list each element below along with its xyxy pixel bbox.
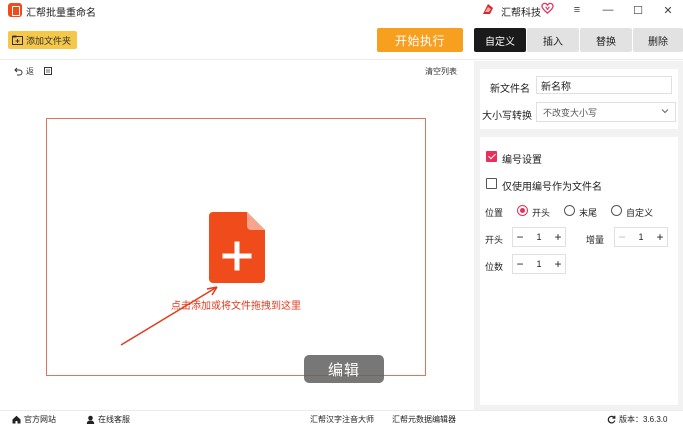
digits-decrement-button[interactable]: − bbox=[513, 255, 527, 273]
version-value: 3.6.3.0 bbox=[643, 415, 668, 424]
pinyin-tool-label: 汇帮汉字注音大师 bbox=[310, 415, 374, 424]
case-select-value: 不改变大小写 bbox=[543, 107, 598, 118]
support-label: 在线客服 bbox=[98, 415, 130, 424]
increment-value[interactable]: 1 bbox=[638, 232, 643, 242]
title-bar: 汇帮批量重命名 汇帮科技 ≡ — ☐ ✕ bbox=[0, 0, 683, 20]
refresh-icon bbox=[607, 415, 616, 424]
new-name-input[interactable] bbox=[536, 76, 672, 94]
headset-icon bbox=[86, 415, 95, 424]
brand-name[interactable]: 汇帮科技 bbox=[501, 4, 541, 19]
case-select[interactable]: 不改变大小写 bbox=[536, 102, 676, 122]
undo-button[interactable]: 返 bbox=[14, 66, 34, 77]
heart-vip-icon[interactable] bbox=[541, 2, 554, 15]
position-radio-custom[interactable] bbox=[611, 205, 622, 216]
name-settings-card: 新文件名 大小写转换 不改变大小写 bbox=[480, 69, 678, 129]
website-label: 官方网站 bbox=[24, 415, 56, 424]
tab-insert[interactable]: 插入 bbox=[527, 28, 579, 52]
status-bar: 官方网站 在线客服 汇帮汉字注音大师 汇帮元数据编辑器 版本： 3.6.3.0 bbox=[0, 410, 683, 426]
app-title: 汇帮批量重命名 bbox=[26, 8, 96, 19]
toolbar: 添加文件夹 开始执行 自定义 插入 替换 删除 bbox=[0, 20, 683, 60]
start-number-label: 开头 bbox=[485, 235, 504, 245]
start-button[interactable]: 开始执行 bbox=[377, 28, 463, 52]
website-link[interactable]: 官方网站 bbox=[12, 414, 56, 425]
pinyin-tool-link[interactable]: 汇帮汉字注音大师 bbox=[310, 414, 374, 425]
settings-panel: 新文件名 大小写转换 不改变大小写 编号设置 仅使用编号作为文件名 位置 开头 … bbox=[474, 61, 683, 410]
close-button[interactable]: ✕ bbox=[657, 0, 679, 20]
increment-decrement-button[interactable]: − bbox=[615, 228, 629, 246]
increment-increment-button[interactable]: + bbox=[653, 228, 667, 246]
file-add-icon[interactable] bbox=[209, 212, 265, 283]
version-info[interactable]: 版本： 3.6.3.0 bbox=[607, 414, 667, 425]
position-radio-start[interactable] bbox=[517, 205, 528, 216]
metadata-tool-link[interactable]: 汇帮元数据编辑器 bbox=[392, 414, 456, 425]
clear-list-button[interactable]: 清空列表 bbox=[425, 66, 457, 77]
add-folder-label: 添加文件夹 bbox=[26, 35, 72, 46]
numbering-label: 编号设置 bbox=[502, 155, 542, 166]
only-number-checkbox[interactable] bbox=[486, 178, 497, 189]
menu-button[interactable]: ≡ bbox=[566, 0, 588, 20]
tab-delete[interactable]: 删除 bbox=[633, 28, 683, 52]
minimize-button[interactable]: — bbox=[597, 0, 619, 20]
undo-label: 返 bbox=[26, 67, 34, 76]
position-end-label: 末尾 bbox=[579, 208, 598, 218]
new-name-label: 新文件名 bbox=[490, 84, 530, 95]
start-number-stepper[interactable]: − 1 + bbox=[512, 227, 566, 247]
chevron-down-icon bbox=[661, 109, 669, 114]
start-increment-button[interactable]: + bbox=[551, 228, 565, 246]
add-folder-button[interactable]: 添加文件夹 bbox=[8, 31, 78, 49]
drop-hint: 点击添加或将文件拖拽到这里 bbox=[171, 301, 301, 312]
maximize-button[interactable]: ☐ bbox=[627, 0, 649, 20]
start-number-value[interactable]: 1 bbox=[536, 232, 541, 242]
undo-icon bbox=[14, 67, 23, 76]
tab-custom[interactable]: 自定义 bbox=[474, 28, 526, 52]
position-start-label: 开头 bbox=[532, 208, 551, 218]
start-decrement-button[interactable]: − bbox=[513, 228, 527, 246]
digits-label: 位数 bbox=[485, 262, 504, 272]
add-folder-icon bbox=[12, 35, 23, 45]
home-icon bbox=[12, 415, 21, 424]
tab-replace[interactable]: 替换 bbox=[580, 28, 632, 52]
increment-stepper[interactable]: − 1 + bbox=[614, 227, 668, 247]
position-radio-end[interactable] bbox=[564, 205, 575, 216]
increment-label: 增量 bbox=[586, 235, 605, 245]
file-list-header: 返 清空列表 bbox=[0, 61, 472, 81]
digits-value[interactable]: 1 bbox=[536, 259, 541, 269]
position-label: 位置 bbox=[485, 208, 504, 218]
file-list-panel: 点击添加或将文件拖拽到这里 编辑 bbox=[0, 81, 472, 410]
arrow-pointer-icon bbox=[120, 286, 218, 346]
huibang-logo-icon[interactable] bbox=[481, 2, 495, 16]
case-label: 大小写转换 bbox=[482, 111, 532, 122]
numbering-checkbox[interactable] bbox=[486, 151, 497, 162]
digits-increment-button[interactable]: + bbox=[551, 255, 565, 273]
version-label: 版本： bbox=[619, 415, 643, 424]
only-number-label: 仅使用编号作为文件名 bbox=[502, 182, 602, 193]
numbering-card: 编号设置 仅使用编号作为文件名 位置 开头 末尾 自定义 开头 − 1 + 增量… bbox=[480, 137, 678, 405]
support-link[interactable]: 在线客服 bbox=[86, 414, 130, 425]
list-view-icon[interactable] bbox=[44, 67, 52, 75]
rename-app-icon bbox=[8, 3, 22, 17]
file-drop-zone[interactable]: 点击添加或将文件拖拽到这里 编辑 bbox=[46, 118, 426, 383]
metadata-tool-label: 汇帮元数据编辑器 bbox=[392, 415, 456, 424]
edit-badge[interactable]: 编辑 bbox=[304, 355, 384, 383]
digits-stepper[interactable]: − 1 + bbox=[512, 254, 566, 274]
position-custom-label: 自定义 bbox=[626, 208, 654, 218]
